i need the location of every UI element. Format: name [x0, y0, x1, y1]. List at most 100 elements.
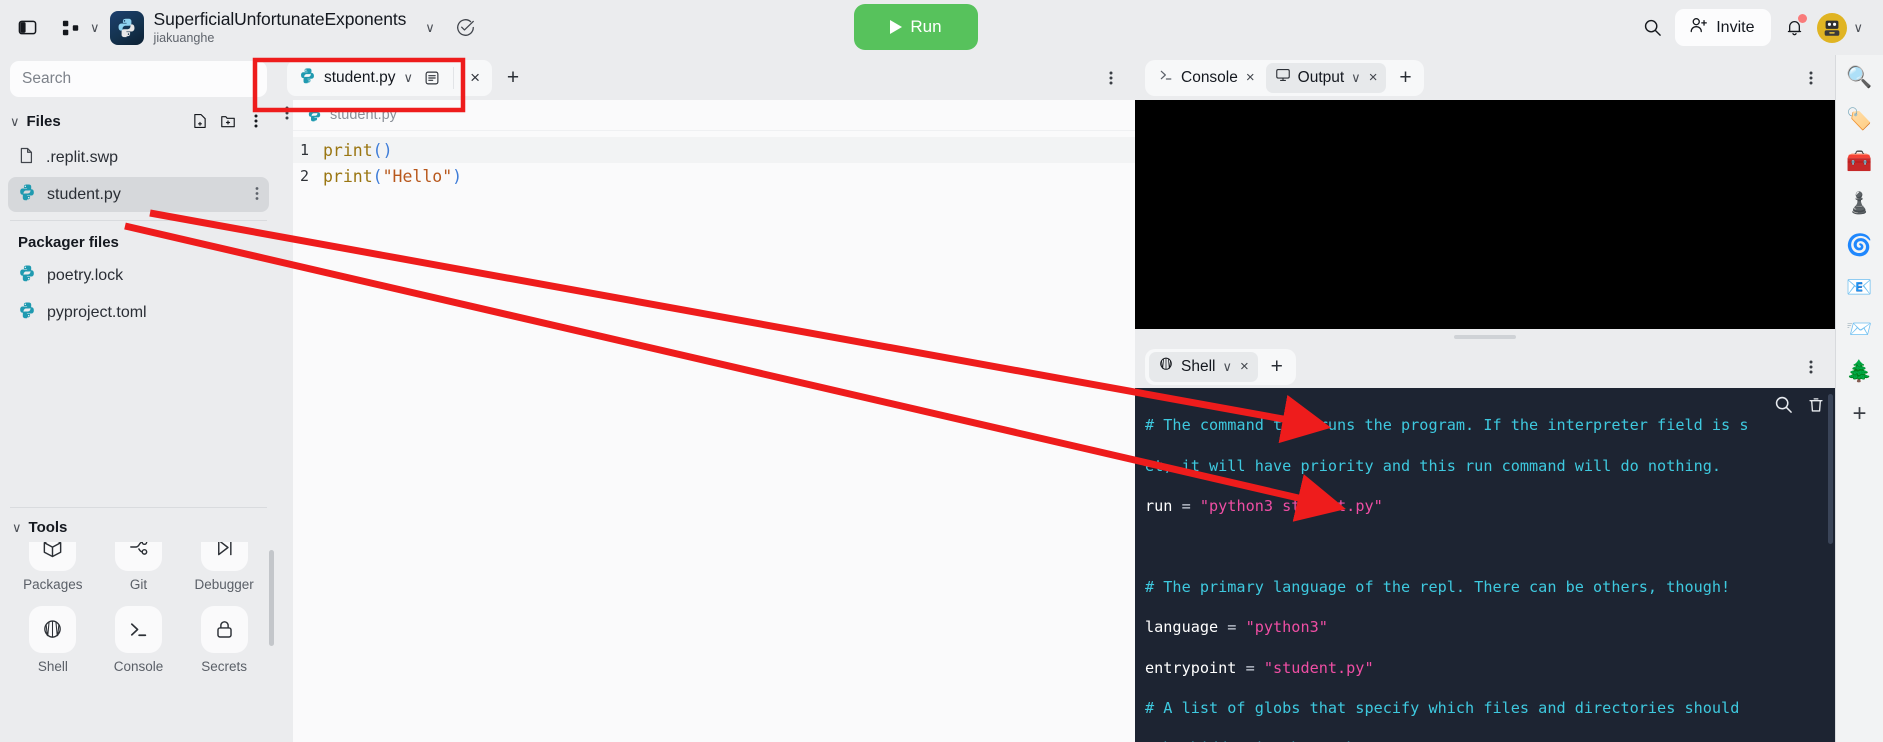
new-folder-icon[interactable]: [217, 110, 239, 132]
shell-terminal[interactable]: # The command that runs the program. If …: [1135, 388, 1835, 742]
shell-icon: [29, 606, 77, 653]
editor-gutter-kebab-menu-icon[interactable]: [285, 105, 289, 123]
tool-shell[interactable]: Shell: [10, 606, 96, 674]
top-bar-right-actions: Invite ∨: [1635, 9, 1869, 46]
terminal-actions: [1774, 395, 1825, 419]
file-preview-icon[interactable]: [421, 67, 443, 89]
sidebar-toggle-button[interactable]: [10, 11, 44, 45]
tool-label: Packages: [23, 577, 83, 592]
editor-tab-chevron-down-icon[interactable]: ∨: [404, 71, 414, 84]
file-item-student-py[interactable]: student.py: [8, 177, 269, 212]
tab-close-icon[interactable]: ×: [1368, 69, 1379, 86]
shell-tab-close-icon[interactable]: ×: [1239, 358, 1250, 375]
tab-shell[interactable]: Shell ∨ ×: [1149, 351, 1258, 382]
project-owner: jiakuanghe: [153, 30, 215, 45]
run-button[interactable]: Run: [854, 4, 978, 50]
tool-secrets[interactable]: Secrets: [181, 606, 267, 674]
terminal-line: # be hidden in the workspace.: [1145, 738, 1825, 742]
terminal-line: entrypoint = "student.py": [1145, 658, 1825, 678]
file-item-label: poetry.lock: [47, 266, 124, 284]
bell-icon[interactable]: [1777, 11, 1811, 45]
shell-panel-kebab-menu-icon[interactable]: [1797, 353, 1825, 381]
terminal-output: # The command that runs the program. If …: [1135, 388, 1835, 742]
tool-label: Shell: [37, 659, 68, 674]
tree-icon[interactable]: 🌲: [1845, 357, 1875, 387]
file-item-pyproject-toml[interactable]: pyproject.toml: [8, 295, 269, 330]
terminal-segment: # A list of globs that specify which fil…: [1145, 699, 1740, 718]
avatar[interactable]: [1817, 12, 1848, 43]
tag-icon[interactable]: 🏷️: [1845, 105, 1875, 135]
invite-label: Invite: [1716, 18, 1755, 36]
new-shell-tab-button[interactable]: +: [1262, 352, 1292, 382]
terminal-segment: # The primary language of the repl. Ther…: [1145, 577, 1731, 596]
toolbox-icon[interactable]: 🧰: [1845, 147, 1875, 177]
tools-grid: Packages Git Debugger Shell Console Secr…: [10, 542, 267, 674]
layout-tree-icon[interactable]: [54, 11, 88, 45]
paper-plane-icon[interactable]: 📨: [1845, 315, 1875, 345]
terminal-line: # The primary language of the repl. Ther…: [1145, 577, 1825, 597]
tool-packages[interactable]: Packages: [10, 542, 96, 592]
shell-tab-chevron-down-icon[interactable]: ∨: [1222, 360, 1232, 373]
terminal-clear-trash-icon[interactable]: [1807, 396, 1825, 419]
search-icon[interactable]: [1635, 11, 1669, 45]
tools-scrollbar[interactable]: [269, 550, 274, 646]
tool-git[interactable]: Git: [96, 542, 182, 592]
outlook-icon[interactable]: 📧: [1845, 273, 1875, 303]
search-input[interactable]: Search: [10, 61, 267, 97]
tab-output[interactable]: Output ∨ ×: [1265, 62, 1387, 93]
tab-console[interactable]: Console ×: [1149, 63, 1264, 93]
console-prompt-icon: [1158, 67, 1174, 88]
terminal-segment: entrypoint: [1145, 658, 1237, 677]
microsoft-365-icon[interactable]: 🌀: [1845, 231, 1875, 261]
new-output-tab-button[interactable]: +: [1390, 63, 1420, 93]
tab-label: Output: [1297, 68, 1345, 86]
python-logo-icon: [109, 10, 144, 45]
right-panel: Console × Output ∨ × + Shell ∨ × + # The…: [1135, 55, 1835, 742]
output-panel-kebab-menu-icon[interactable]: [1797, 64, 1825, 92]
files-collapse-chevron-icon[interactable]: ∨: [10, 115, 20, 128]
terminal-search-icon[interactable]: [1774, 395, 1793, 419]
output-surface[interactable]: [1135, 100, 1835, 329]
terminal-scrollbar[interactable]: [1828, 394, 1833, 544]
left-sidebar: Search ∨ Files .replit.swp student.py Pa…: [0, 55, 277, 742]
file-item-label: student.py: [47, 185, 121, 203]
terminal-segment: "python3": [1245, 618, 1328, 637]
layout-chevron-down-icon[interactable]: ∨: [90, 21, 100, 34]
tab-close-icon[interactable]: ×: [1245, 69, 1256, 86]
tool-console[interactable]: Console: [96, 606, 182, 674]
tools-collapse-chevron-icon[interactable]: ∨: [12, 521, 22, 534]
code-text: print("Hello"): [323, 167, 462, 186]
chess-icon[interactable]: ♟️: [1845, 189, 1875, 219]
file-item-poetry-lock[interactable]: poetry.lock: [8, 258, 269, 293]
files-kebab-menu-icon[interactable]: [245, 110, 267, 132]
editor-surface: student.py 1 print() 2 print("Hello"): [277, 100, 1135, 742]
terminal-segment: et, it will have priority and this run c…: [1145, 456, 1722, 475]
editor-pane: student.py ∨ × + student.py 1 print() 2 …: [277, 55, 1135, 742]
editor-pane-kebab-menu-icon[interactable]: [1097, 64, 1125, 92]
files-section-header: ∨ Files: [0, 101, 277, 139]
new-file-icon[interactable]: [189, 110, 211, 132]
tab-chevron-down-icon[interactable]: ∨: [1351, 71, 1361, 84]
check-circle-icon[interactable]: [449, 11, 483, 45]
panel-splitter-handle[interactable]: [1135, 329, 1835, 345]
file-item-kebab-menu-icon[interactable]: [255, 186, 259, 204]
invite-button[interactable]: Invite: [1675, 9, 1772, 46]
code-token: (): [372, 140, 393, 160]
avatar-chevron-down-icon[interactable]: ∨: [1853, 21, 1863, 34]
tool-label: Git: [129, 577, 148, 592]
shell-icon: [1158, 356, 1174, 377]
code-editor[interactable]: 1 print() 2 print("Hello"): [277, 131, 1135, 742]
editor-tab-close-icon[interactable]: ×: [464, 67, 486, 89]
project-title: SuperficialUnfortunateExponents: [153, 9, 407, 30]
new-editor-tab-button[interactable]: +: [498, 63, 528, 93]
search-magnifier-icon[interactable]: 🔍: [1845, 63, 1875, 93]
terminal-line: # A list of globs that specify which fil…: [1145, 698, 1825, 718]
file-item-replit-swp[interactable]: .replit.swp: [8, 140, 269, 175]
terminal-line: et, it will have priority and this run c…: [1145, 456, 1825, 476]
monitor-icon: [1275, 67, 1291, 88]
project-chevron-down-icon[interactable]: ∨: [425, 21, 435, 34]
editor-tab-student-py[interactable]: student.py ∨ ×: [287, 59, 493, 96]
add-icon[interactable]: +: [1845, 399, 1875, 429]
tool-debugger[interactable]: Debugger: [181, 542, 267, 592]
